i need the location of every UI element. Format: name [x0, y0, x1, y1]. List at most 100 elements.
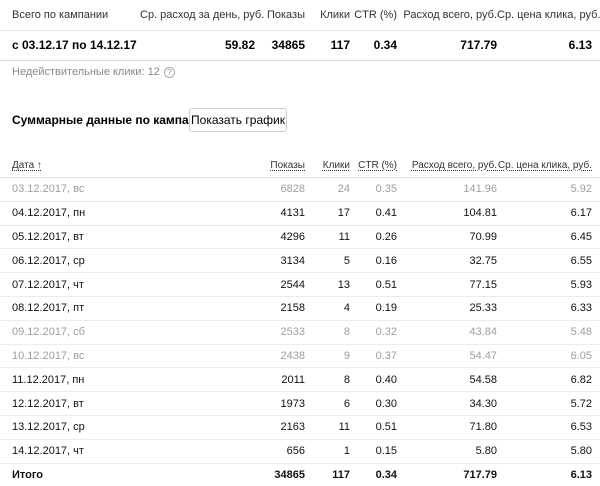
cell-impressions: 2163 [160, 415, 305, 440]
cell-avg-cpc: 6.55 [497, 248, 600, 274]
summary-header-clicks: Клики [320, 9, 350, 21]
invalid-clicks: Недействительные клики: 12 ? [12, 66, 175, 78]
cell-date: 13.12.2017, ср [0, 415, 160, 440]
cell-clicks: 24 [305, 177, 350, 202]
column-header-total-cost[interactable]: Расход всего, руб. [397, 153, 497, 178]
cell-ctr: 0.30 [350, 391, 397, 416]
cell-avg-cpc: 6.53 [497, 415, 600, 440]
cell-date: 08.12.2017, пт [0, 296, 160, 321]
table-row: 03.12.2017, вс 6828 24 0.35 141.96 5.92 [0, 177, 600, 202]
cell-avg-cpc: 6.82 [497, 367, 600, 393]
cell-ctr: 0.16 [350, 248, 397, 274]
cell-impressions: 2011 [160, 367, 305, 393]
column-header-clicks[interactable]: Клики [305, 153, 350, 178]
summary-period: с 03.12.17 по 14.12.17 [12, 37, 137, 52]
summary-ctr: 0.34 [373, 37, 397, 52]
cell-avg-cpc: 5.80 [497, 439, 600, 464]
cell-impressions: 4131 [160, 201, 305, 226]
table-row: 04.12.2017, пн 4131 17 0.41 104.81 6.17 [0, 201, 600, 226]
cell-date: 05.12.2017, вт [0, 225, 160, 250]
cell-total-cost: 71.80 [397, 415, 497, 440]
summary-header-total-cost: Расход всего, руб. [403, 9, 497, 21]
cell-ctr: 0.32 [350, 320, 397, 345]
show-chart-button[interactable]: Показать график [189, 108, 287, 132]
summary-header-avg-cpc: Ср. цена клика, руб. [497, 9, 600, 21]
cell-total-cost: 5.80 [397, 439, 497, 464]
cell-ctr: 0.35 [350, 177, 397, 202]
cell-clicks: 9 [305, 344, 350, 369]
cell-impressions: 2158 [160, 296, 305, 321]
cell-impressions: 2533 [160, 320, 305, 345]
cell-avg-cpc: 5.93 [497, 272, 600, 297]
table-row: 05.12.2017, вт 4296 11 0.26 70.99 6.45 [0, 225, 600, 250]
table-row: 13.12.2017, ср 2163 11 0.51 71.80 6.53 [0, 415, 600, 440]
summary-total-cost: 717.79 [460, 37, 497, 52]
cell-ctr: 0.41 [350, 201, 397, 226]
cell-ctr: 0.26 [350, 225, 397, 250]
table-row: 08.12.2017, пт 2158 4 0.19 25.33 6.33 [0, 296, 600, 321]
cell-avg-cpc: 5.92 [497, 177, 600, 202]
cell-impressions: 2438 [160, 344, 305, 369]
cell-avg-cpc: 5.72 [497, 391, 600, 416]
cell-date: 10.12.2017, вс [0, 344, 160, 369]
summary-header-avg-daily-cost: Ср. расход за день, руб. [140, 9, 265, 21]
cell-total-cost: 54.47 [397, 344, 497, 369]
cell-date: 11.12.2017, пн [0, 367, 160, 393]
table-row: 09.12.2017, сб 2533 8 0.32 43.84 5.48 [0, 320, 600, 345]
cell-ctr: 0.40 [350, 367, 397, 393]
cell-total-cost: 70.99 [397, 225, 497, 250]
column-header-ctr[interactable]: CTR (%) [350, 153, 397, 178]
cell-total-cost: 32.75 [397, 248, 497, 274]
cell-impressions: 4296 [160, 225, 305, 250]
cell-total-cost: 54.58 [397, 367, 497, 393]
cell-date: 07.12.2017, чт [0, 272, 160, 297]
table-row: 07.12.2017, чт 2544 13 0.51 77.15 5.93 [0, 272, 600, 297]
cell-avg-cpc: 6.17 [497, 201, 600, 226]
campaign-summary: Всего по кампании Ср. расход за день, ру… [0, 0, 600, 61]
section-title: Суммарные данные по кампании [12, 113, 211, 127]
column-header-date[interactable]: Дата ↑ [0, 153, 160, 178]
cell-ctr: 0.19 [350, 296, 397, 321]
summary-header-ctr: CTR (%) [354, 9, 397, 21]
cell-date: 03.12.2017, вс [0, 177, 160, 202]
cell-clicks: 6 [305, 391, 350, 416]
cell-clicks: 13 [305, 272, 350, 297]
cell-impressions: 1973 [160, 391, 305, 416]
cell-avg-cpc: 6.33 [497, 296, 600, 321]
summary-impressions: 34865 [271, 37, 305, 52]
cell-clicks: 11 [305, 225, 350, 250]
column-header-impressions[interactable]: Показы [160, 153, 305, 178]
help-icon[interactable]: ? [163, 66, 175, 78]
daily-stats-table: Дата ↑ Показы Клики CTR (%) Расход всего… [0, 153, 600, 486]
cell-impressions: 6828 [160, 177, 305, 202]
cell-clicks: 17 [305, 201, 350, 226]
cell-impressions: 2544 [160, 272, 305, 297]
cell-date: 06.12.2017, ср [0, 248, 160, 274]
table-row: 06.12.2017, ср 3134 5 0.16 32.75 6.55 [0, 248, 600, 274]
cell-clicks: 4 [305, 296, 350, 321]
cell-total-cost: 34.30 [397, 391, 497, 416]
table-row: 12.12.2017, вт 1973 6 0.30 34.30 5.72 [0, 391, 600, 416]
cell-total-cost: 77.15 [397, 272, 497, 297]
cell-total-cost: 43.84 [397, 320, 497, 345]
table-row: 11.12.2017, пн 2011 8 0.40 54.58 6.82 [0, 367, 600, 393]
cell-ctr: 0.51 [350, 415, 397, 440]
summary-clicks: 117 [330, 37, 350, 52]
column-header-avg-cpc[interactable]: Ср. цена клика, руб. [497, 153, 600, 178]
cell-date: 09.12.2017, сб [0, 320, 160, 345]
cell-avg-cpc: 6.05 [497, 344, 600, 369]
cell-clicks: 5 [305, 248, 350, 274]
cell-clicks: 8 [305, 320, 350, 345]
invalid-clicks-label: Недействительные клики: 12 [12, 66, 160, 78]
cell-date: 12.12.2017, вт [0, 391, 160, 416]
cell-impressions: 3134 [160, 248, 305, 274]
summary-avg-daily-cost: 59.82 [224, 37, 255, 52]
cell-clicks: 11 [305, 415, 350, 440]
cell-ctr: 0.51 [350, 272, 397, 297]
cell-ctr: 0.15 [350, 439, 397, 464]
cell-avg-cpc: 5.48 [497, 320, 600, 345]
cell-clicks: 1 [305, 439, 350, 464]
cell-total-cost: 25.33 [397, 296, 497, 321]
cell-clicks: 8 [305, 367, 350, 393]
summary-avg-cpc: 6.13 [568, 37, 592, 52]
